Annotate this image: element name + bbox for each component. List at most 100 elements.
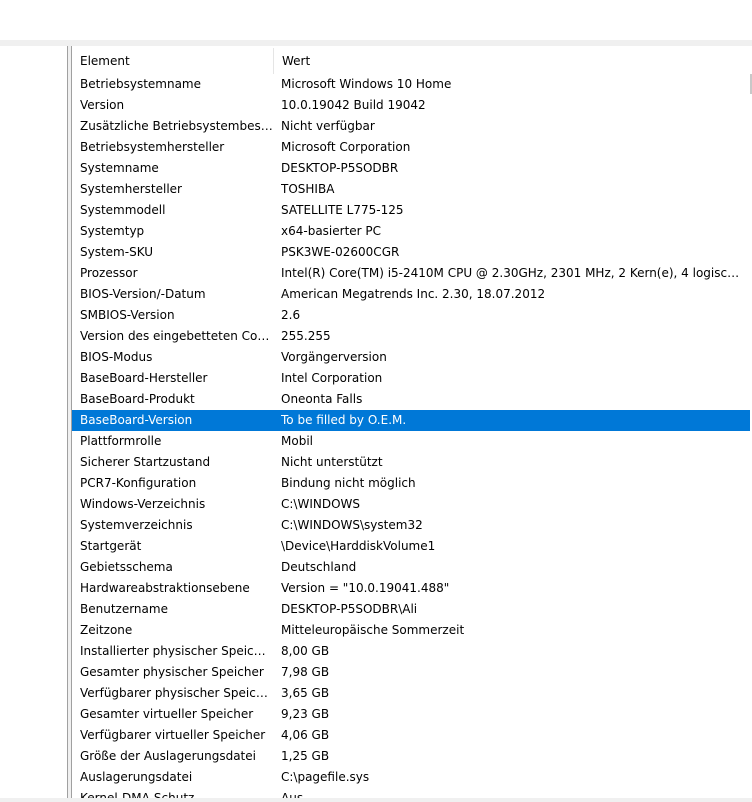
- row-value-cell: DESKTOP-P5SODBR: [281, 161, 399, 175]
- table-row[interactable]: Systemname DESKTOP-P5SODBR: [72, 158, 750, 179]
- table-row[interactable]: Kernel-DMA-Schutz Aus: [72, 788, 750, 798]
- row-value-cell: American Megatrends Inc. 2.30, 18.07.201…: [281, 287, 546, 301]
- row-element-cell: Systemhersteller: [80, 182, 182, 196]
- row-value-cell: 10.0.19042 Build 19042: [281, 98, 426, 112]
- table-row[interactable]: SMBIOS-Version 2.6: [72, 305, 750, 326]
- table-row[interactable]: Größe der Auslagerungsdatei 1,25 GB: [72, 746, 750, 767]
- row-value-cell: Mobil: [281, 434, 313, 448]
- table-row[interactable]: System-SKU PSK3WE-02600CGR: [72, 242, 750, 263]
- row-value-cell: C:\WINDOWS: [281, 497, 361, 511]
- row-element-cell: Plattformrolle: [80, 434, 162, 448]
- table-row[interactable]: Prozessor Intel(R) Core(TM) i5-2410M CPU …: [72, 263, 750, 284]
- table-row[interactable]: Betriebsystemname Microsoft Windows 10 Ho…: [72, 74, 750, 95]
- table-row[interactable]: Systemmodell SATELLITE L775-125: [72, 200, 750, 221]
- row-element-cell: Auslagerungsdatei: [80, 770, 193, 784]
- row-value-cell: 9,23 GB: [281, 707, 330, 721]
- table-row[interactable]: Verfügbarer virtueller Speicher 4,06 GB: [72, 725, 750, 746]
- row-element-cell: Version des eingebetteten Cont...: [80, 329, 273, 343]
- column-header-element[interactable]: Element: [72, 48, 274, 74]
- row-element-cell: Gesamter virtueller Speicher: [80, 707, 254, 721]
- category-tree-pane[interactable]: [0, 46, 68, 798]
- table-row[interactable]: Version des eingebetteten Cont... 255.255: [72, 326, 750, 347]
- table-row[interactable]: Betriebsystemhersteller Microsoft Corpora…: [72, 137, 750, 158]
- row-element-cell: Gebietsschema: [80, 560, 173, 574]
- column-header-wert[interactable]: Wert: [274, 48, 752, 74]
- table-row[interactable]: Auslagerungsdatei C:\pagefile.sys: [72, 767, 750, 788]
- row-value-cell: Vorgängerversion: [281, 350, 387, 364]
- row-element-cell: Betriebsystemname: [80, 77, 202, 91]
- table-row[interactable]: BIOS-Version/-Datum American Megatrends I…: [72, 284, 750, 305]
- row-value-cell: TOSHIBA: [281, 182, 335, 196]
- table-row[interactable]: PCR7-Konfiguration Bindung nicht möglich: [72, 473, 750, 494]
- row-value-cell: C:\WINDOWS\system32: [281, 518, 423, 532]
- row-value-cell: Nicht unterstützt: [281, 455, 383, 469]
- row-element-cell: Hardwareabstraktionsebene: [80, 581, 250, 595]
- table-row[interactable]: Gesamter virtueller Speicher 9,23 GB: [72, 704, 750, 725]
- row-element-cell: BaseBoard-Version: [80, 413, 193, 427]
- row-value-cell: Mitteleuropäische Sommerzeit: [281, 623, 465, 637]
- row-element-cell: Version: [80, 98, 125, 112]
- table-row[interactable]: Zusätzliche Betriebsystembesch... Nicht v…: [72, 116, 750, 137]
- row-value-cell: 1,25 GB: [281, 749, 330, 763]
- table-row[interactable]: BaseBoard-Produkt Oneonta Falls: [72, 389, 750, 410]
- table-row[interactable]: Version 10.0.19042 Build 19042: [72, 95, 750, 116]
- row-value-cell: Microsoft Windows 10 Home: [281, 77, 452, 91]
- row-element-cell: Sicherer Startzustand: [80, 455, 211, 469]
- row-value-cell: C:\pagefile.sys: [281, 770, 370, 784]
- table-row[interactable]: Windows-Verzeichnis C:\WINDOWS: [72, 494, 750, 515]
- list-header: Element Wert: [72, 48, 752, 74]
- row-element-cell: Systemname: [80, 161, 159, 175]
- toolbar-area: [0, 0, 752, 40]
- table-row[interactable]: BaseBoard-Hersteller Intel Corporation: [72, 368, 750, 389]
- table-row[interactable]: BIOS-Modus Vorgängerversion: [72, 347, 750, 368]
- row-element-cell: BaseBoard-Hersteller: [80, 371, 208, 385]
- table-row[interactable]: Systemverzeichnis C:\WINDOWS\system32: [72, 515, 750, 536]
- row-value-cell: 3,65 GB: [281, 686, 330, 700]
- list-rows: Betriebsystemname Microsoft Windows 10 Ho…: [72, 74, 752, 798]
- row-element-cell: System-SKU: [80, 245, 154, 259]
- row-value-cell: 255.255: [281, 329, 331, 343]
- row-value-cell: Aus: [281, 791, 304, 798]
- row-value-cell: SATELLITE L775-125: [281, 203, 404, 217]
- row-element-cell: Benutzername: [80, 602, 168, 616]
- table-row[interactable]: Zeitzone Mitteleuropäische Sommerzeit: [72, 620, 750, 641]
- table-row[interactable]: Installierter physischer Speicher... 8,00…: [72, 641, 750, 662]
- row-value-cell: Oneonta Falls: [281, 392, 363, 406]
- row-element-cell: PCR7-Konfiguration: [80, 476, 197, 490]
- row-element-cell: Verfügbarer physischer Speicher: [80, 686, 273, 700]
- details-list-view[interactable]: Element Wert Betriebsystemname Microsoft …: [71, 46, 752, 798]
- table-row[interactable]: Verfügbarer physischer Speicher 3,65 GB: [72, 683, 750, 704]
- row-element-cell: Windows-Verzeichnis: [80, 497, 206, 511]
- row-value-cell: 7,98 GB: [281, 665, 330, 679]
- row-element-cell: BaseBoard-Produkt: [80, 392, 195, 406]
- table-row[interactable]: BaseBoard-Version To be filled by O.E.M.: [72, 410, 750, 431]
- table-row[interactable]: Sicherer Startzustand Nicht unterstützt: [72, 452, 750, 473]
- row-value-cell: Deutschland: [281, 560, 357, 574]
- row-value-cell: Microsoft Corporation: [281, 140, 411, 154]
- row-value-cell: \Device\HarddiskVolume1: [281, 539, 436, 553]
- row-element-cell: Gesamter physischer Speicher: [80, 665, 264, 679]
- row-element-cell: SMBIOS-Version: [80, 308, 175, 322]
- row-element-cell: Zusätzliche Betriebsystembesch...: [80, 119, 273, 133]
- row-element-cell: Größe der Auslagerungsdatei: [80, 749, 256, 763]
- table-row[interactable]: Gesamter physischer Speicher 7,98 GB: [72, 662, 750, 683]
- table-row[interactable]: Hardwareabstraktionsebene Version = "10.0…: [72, 578, 750, 599]
- table-row[interactable]: Plattformrolle Mobil: [72, 431, 750, 452]
- table-row[interactable]: Systemhersteller TOSHIBA: [72, 179, 750, 200]
- row-element-cell: Zeitzone: [80, 623, 133, 637]
- row-value-cell: Version = "10.0.19041.488": [281, 581, 450, 595]
- table-row[interactable]: Systemtyp x64-basierter PC: [72, 221, 750, 242]
- row-element-cell: Prozessor: [80, 266, 138, 280]
- row-element-cell: BIOS-Version/-Datum: [80, 287, 206, 301]
- row-value-cell: x64-basierter PC: [281, 224, 382, 238]
- row-value-cell: Intel Corporation: [281, 371, 383, 385]
- row-value-cell: Bindung nicht möglich: [281, 476, 416, 490]
- row-value-cell: Nicht verfügbar: [281, 119, 375, 133]
- row-value-cell: 8,00 GB: [281, 644, 330, 658]
- table-row[interactable]: Startgerät \Device\HarddiskVolume1: [72, 536, 750, 557]
- row-value-cell: DESKTOP-P5SODBR\Ali: [281, 602, 418, 616]
- table-row[interactable]: Benutzername DESKTOP-P5SODBR\Ali: [72, 599, 750, 620]
- row-element-cell: Verfügbarer virtueller Speicher: [80, 728, 266, 742]
- table-row[interactable]: Gebietsschema Deutschland: [72, 557, 750, 578]
- row-value-cell: 4,06 GB: [281, 728, 330, 742]
